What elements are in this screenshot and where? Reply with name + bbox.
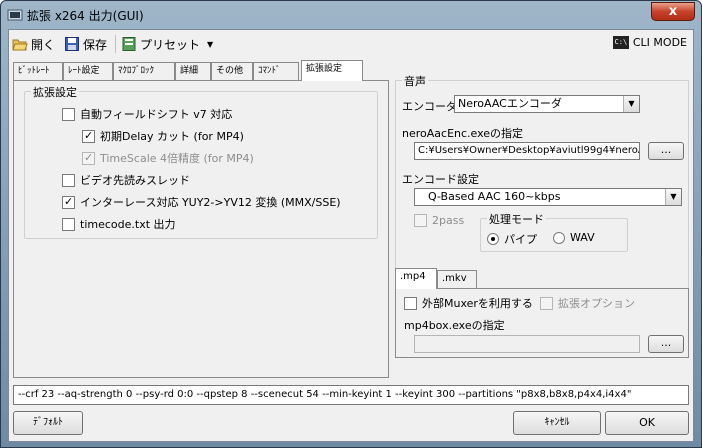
save-icon bbox=[64, 36, 80, 52]
ok-button[interactable]: OK bbox=[605, 411, 689, 435]
close-button[interactable]: x bbox=[651, 2, 695, 21]
checkbox-box bbox=[414, 214, 427, 227]
tab-macroblock[interactable]: ﾏｸﾛﾌﾞﾛｯｸ bbox=[113, 62, 175, 80]
default-button[interactable]: ﾃﾞﾌｫﾙﾄ bbox=[13, 411, 83, 435]
mp4box-path-input[interactable] bbox=[414, 335, 640, 353]
tab-details[interactable]: 詳細 bbox=[175, 62, 211, 80]
mode-wav-label: WAV bbox=[570, 231, 595, 244]
encode-setting-value: Q-Based AAC 160~kbps bbox=[428, 190, 561, 203]
timecode-output-checkbox[interactable]: timecode.txt 出力 bbox=[62, 216, 176, 232]
initial-delay-cut-label: 初期Delay カット (for MP4) bbox=[100, 130, 244, 143]
encoder-select[interactable]: NeroAACエンコーダ ▼ bbox=[454, 95, 640, 113]
interlace-convert-checkbox[interactable]: インターレース対応 YUY2->YV12 変換 (MMX/SSE) bbox=[62, 194, 341, 210]
checkbox-box bbox=[82, 151, 95, 165]
mp4box-browse-button[interactable]: ... bbox=[648, 335, 684, 353]
nero-browse-button[interactable]: ... bbox=[648, 142, 684, 160]
preset-icon bbox=[121, 36, 137, 52]
radio-dot bbox=[487, 233, 499, 245]
tab-other[interactable]: その他 bbox=[211, 62, 253, 80]
chevron-down-icon[interactable]: ▼ bbox=[623, 96, 639, 112]
preset-button[interactable]: プリセット ▼ bbox=[121, 34, 213, 54]
toolbar: 開く 保存 プリセット ▼ C:\ CLI MODE bbox=[9, 30, 693, 58]
mp4-panel: 外部Muxerを利用する 拡張オプション mp4box.exeの指定 ... bbox=[395, 288, 689, 358]
app-window: 拡張 x264 出力(GUI) x 開く 保存 プリセット ▼ C:\ CLI … bbox=[0, 0, 702, 448]
encode-setting-select[interactable]: Q-Based AAC 160~kbps ▼ bbox=[414, 188, 682, 206]
mode-pipe-radio[interactable]: パイプ bbox=[487, 231, 537, 247]
video-prefetch-checkbox[interactable]: ビデオ先読みスレッド bbox=[62, 172, 190, 188]
folder-open-icon bbox=[12, 36, 28, 52]
auto-field-shift-checkbox[interactable]: 自動フィールドシフト v7 対応 bbox=[62, 106, 232, 122]
window-title: 拡張 x264 出力(GUI) bbox=[27, 9, 144, 23]
ext-option-label: 拡張オプション bbox=[558, 297, 635, 310]
checkbox-box bbox=[62, 195, 75, 209]
interlace-convert-label: インターレース対応 YUY2->YV12 変換 (MMX/SSE) bbox=[80, 196, 341, 209]
encoder-label: エンコーダ bbox=[402, 100, 457, 113]
title-bar[interactable]: 拡張 x264 出力(GUI) x bbox=[1, 1, 701, 29]
checkbox-box bbox=[62, 173, 75, 187]
client-area: 開く 保存 プリセット ▼ C:\ CLI MODE ﾋﾞｯﾄﾚｰﾄ ﾚｰﾄ設定… bbox=[8, 29, 694, 442]
processing-mode-group: 処理モード パイプ WAV bbox=[480, 211, 628, 252]
auto-field-shift-label: 自動フィールドシフト v7 対応 bbox=[80, 108, 233, 121]
checkbox-box bbox=[540, 296, 553, 310]
encode-setting-label: エンコード設定 bbox=[402, 173, 479, 186]
processing-mode-label: 処理モード bbox=[487, 211, 546, 227]
radio-dot bbox=[553, 231, 565, 244]
encoder-value: NeroAACエンコーダ bbox=[458, 97, 562, 110]
checkbox-box bbox=[62, 217, 75, 231]
external-muxer-checkbox[interactable]: 外部Muxerを利用する bbox=[404, 295, 533, 311]
cli-mode-button[interactable]: C:\ CLI MODE bbox=[612, 36, 687, 49]
tab-rate-settings[interactable]: ﾚｰﾄ設定 bbox=[63, 62, 113, 80]
initial-delay-cut-checkbox[interactable]: 初期Delay カット (for MP4) bbox=[82, 128, 244, 144]
mp4box-path-label: mp4box.exeの指定 bbox=[404, 319, 505, 332]
audio-group: 音声 エンコーダ NeroAACエンコーダ ▼ neroAacEnc.exeの指… bbox=[395, 73, 689, 290]
cli-mode-label: CLI MODE bbox=[632, 36, 687, 49]
extended-settings-group: 拡張設定 自動フィールドシフト v7 対応 初期Delay カット (for M… bbox=[24, 84, 378, 239]
chevron-down-icon: ▼ bbox=[207, 39, 214, 49]
save-button[interactable]: 保存 bbox=[64, 34, 107, 54]
cancel-button[interactable]: ｷｬﾝｾﾙ bbox=[513, 411, 601, 435]
video-prefetch-label: ビデオ先読みスレッド bbox=[80, 174, 190, 187]
tab-extended-settings[interactable]: 拡張設定 bbox=[301, 60, 363, 81]
command-line-preview[interactable]: --crf 23 --aq-strength 0 --psy-rd 0:0 --… bbox=[13, 385, 689, 405]
extended-settings-panel: 拡張設定 自動フィールドシフト v7 対応 初期Delay カット (for M… bbox=[13, 80, 389, 378]
twopass-checkbox: 2pass bbox=[414, 214, 464, 227]
checkbox-box bbox=[404, 296, 417, 310]
checkbox-box bbox=[62, 107, 75, 121]
mode-pipe-label: パイプ bbox=[504, 233, 537, 246]
mode-wav-radio[interactable]: WAV bbox=[553, 231, 595, 244]
save-label: 保存 bbox=[83, 37, 108, 52]
toolbar-separator bbox=[115, 35, 116, 53]
open-button[interactable]: 開く bbox=[12, 34, 55, 54]
timescale-label: TimeScale 4倍精度 (for MP4) bbox=[100, 152, 254, 165]
tab-mkv[interactable]: .mkv bbox=[437, 270, 477, 288]
tab-bitrate[interactable]: ﾋﾞｯﾄﾚｰﾄ bbox=[13, 62, 63, 80]
checkbox-box bbox=[82, 129, 95, 143]
tab-command[interactable]: ｺﾏﾝﾄﾞ bbox=[253, 62, 299, 80]
nero-path-input[interactable]: C:¥Users¥Owner¥Desktop¥aviutl99g4¥neroAa… bbox=[414, 142, 640, 160]
nero-path-label: neroAacEnc.exeの指定 bbox=[402, 127, 524, 140]
tab-mp4[interactable]: .mp4 bbox=[395, 268, 437, 289]
open-label: 開く bbox=[31, 37, 56, 52]
extended-settings-label: 拡張設定 bbox=[31, 84, 79, 100]
chevron-down-icon[interactable]: ▼ bbox=[665, 189, 681, 205]
ext-option-checkbox: 拡張オプション bbox=[540, 295, 635, 311]
timescale-checkbox: TimeScale 4倍精度 (for MP4) bbox=[82, 150, 254, 166]
console-icon: C:\ bbox=[612, 36, 629, 49]
app-icon bbox=[7, 7, 23, 23]
preset-label: プリセット bbox=[140, 37, 201, 52]
twopass-label: 2pass bbox=[432, 214, 465, 227]
external-muxer-label: 外部Muxerを利用する bbox=[422, 297, 533, 310]
audio-group-label: 音声 bbox=[402, 73, 428, 89]
timecode-output-label: timecode.txt 出力 bbox=[80, 218, 176, 231]
